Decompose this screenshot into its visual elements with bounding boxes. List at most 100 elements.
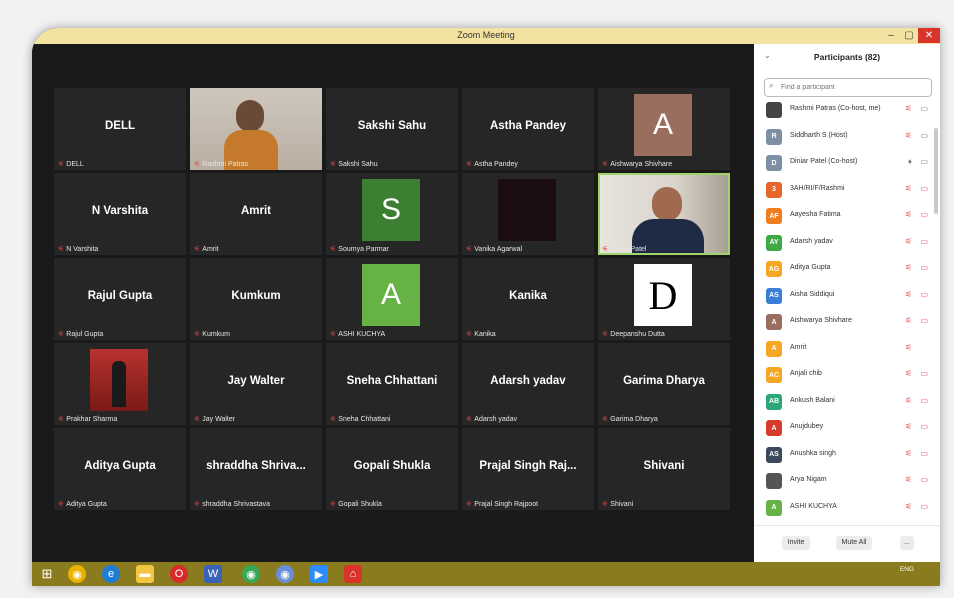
video-off-icon[interactable]: ▭ [920, 237, 928, 246]
close-button[interactable]: ✕ [918, 28, 940, 43]
video-tile[interactable]: ⚟ Vanika Agarwal [462, 173, 594, 255]
tile-name-text: Vanika Agarwal [474, 246, 523, 253]
video-off-icon[interactable]: ▭ [920, 210, 928, 219]
video-tile[interactable]: Sakshi Sahu ⚟ Sakshi Sahu [326, 88, 458, 170]
video-tile[interactable]: A ⚟ ASHI KUCHYA [326, 258, 458, 340]
file-explorer-icon[interactable]: ▬ [136, 565, 154, 583]
video-tile[interactable]: ⚟ Prakhar Sharma [54, 343, 186, 425]
edge-icon[interactable]: e [102, 565, 120, 583]
mute-all-button[interactable]: Mute All [836, 536, 872, 550]
video-tile[interactable]: Rajul Gupta ⚟ Rajul Gupta [54, 258, 186, 340]
participant-row[interactable]: AF Aayesha Fatima ⚟ ▭ [754, 205, 940, 227]
mic-icon[interactable]: ♦ [908, 157, 912, 166]
muted-mic-icon[interactable]: ⚟ [905, 237, 912, 246]
participant-name: Aayesha Fatima [790, 211, 841, 218]
video-off-icon[interactable]: ▭ [920, 263, 928, 272]
participant-search[interactable]: ⌕ [764, 78, 932, 97]
video-off-icon[interactable]: ▭ [920, 475, 928, 484]
invite-button[interactable]: Invite [782, 536, 810, 550]
video-tile[interactable]: Aditya Gupta ⚟ Aditya Gupta [54, 428, 186, 510]
video-off-icon[interactable]: ▭ [920, 184, 928, 193]
video-off-icon[interactable]: ▭ [920, 157, 928, 166]
video-tile[interactable]: Adarsh yadav ⚟ Adarsh yadav [462, 343, 594, 425]
participant-row[interactable]: Rashmi Patras (Co-host, me) ⚟ ▭ [754, 99, 940, 121]
muted-mic-icon[interactable]: ⚟ [905, 449, 912, 458]
language-indicator[interactable]: ENG [900, 566, 914, 573]
video-tile[interactable]: Amrit ⚟ Amrit [190, 173, 322, 255]
video-tile[interactable]: Jay Walter ⚟ Jay Walter [190, 343, 322, 425]
muted-mic-icon[interactable]: ⚟ [905, 290, 912, 299]
muted-mic-icon[interactable]: ⚟ [905, 184, 912, 193]
video-tile[interactable]: DELL ⚟ DELL [54, 88, 186, 170]
video-tile[interactable]: Gopali Shukla ⚟ Gopali Shukla [326, 428, 458, 510]
video-tile[interactable]: Sneha Chhattani ⚟ Sneha Chhattani [326, 343, 458, 425]
participant-name: Siddharth S (Host) [790, 131, 848, 139]
video-off-icon[interactable]: ▭ [920, 104, 928, 113]
search-input[interactable] [779, 80, 931, 95]
video-tile[interactable]: ⚟ Diniar Patel [598, 173, 730, 255]
video-off-icon[interactable]: ▭ [920, 131, 928, 140]
zoom-app-icon[interactable]: ▶ [310, 565, 328, 583]
video-tile[interactable]: N Varshita ⚟ N Varshita [54, 173, 186, 255]
more-button[interactable]: ... [900, 536, 914, 550]
video-off-icon[interactable]: ▭ [920, 422, 928, 431]
muted-mic-icon[interactable]: ⚟ [905, 263, 912, 272]
participant-row[interactable]: AS Aisha Siddiqui ⚟ ▭ [754, 285, 940, 307]
pdf-reader-icon[interactable]: ⌂ [344, 565, 362, 583]
windows-start-icon[interactable]: ⊞ [38, 565, 56, 583]
video-tile[interactable]: S ⚟ Soumya Parmar [326, 173, 458, 255]
video-tile[interactable]: D ⚟ Deepanshu Dutta [598, 258, 730, 340]
video-off-icon[interactable]: ▭ [920, 369, 928, 378]
video-tile[interactable]: Kanika ⚟ Kanika [462, 258, 594, 340]
participant-row[interactable]: A ASHI KUCHYA ⚟ ▭ [754, 497, 940, 519]
tile-name-label: ⚟ Soumya Parmar [330, 245, 389, 253]
video-tile[interactable]: Shivani ⚟ Shivani [598, 428, 730, 510]
participant-row[interactable]: R Siddharth S (Host) ⚟ ▭ [754, 126, 940, 148]
participant-row[interactable]: A Anujdubey ⚟ ▭ [754, 417, 940, 439]
muted-mic-icon[interactable]: ⚟ [905, 396, 912, 405]
chrome-profile-2-icon[interactable]: ◉ [276, 565, 294, 583]
video-off-icon[interactable]: ▭ [920, 502, 928, 511]
participant-row[interactable]: AC Anjali chib ⚟ ▭ [754, 364, 940, 386]
gallery-view: DELL ⚟ DELL ⚟ Rashmi Patras Sakshi Sahu ⚟ Saksh… [32, 44, 754, 562]
participant-row[interactable]: AG Aditya Gupta ⚟ ▭ [754, 258, 940, 280]
muted-mic-icon[interactable]: ⚟ [905, 502, 912, 511]
participant-row[interactable]: D Diniar Patel (Co-host) ♦ ▭ [754, 152, 940, 174]
muted-mic-icon[interactable]: ⚟ [905, 422, 912, 431]
muted-mic-icon[interactable]: ⚟ [905, 343, 912, 352]
muted-mic-icon[interactable]: ⚟ [905, 369, 912, 378]
participant-row[interactable]: AS Anushka singh ⚟ ▭ [754, 444, 940, 466]
participant-row[interactable]: Arya Nigam ⚟ ▭ [754, 470, 940, 492]
video-off-icon[interactable]: ▭ [920, 316, 928, 325]
participant-row[interactable]: 3 3AH/RI/F/Rashmi ⚟ ▭ [754, 179, 940, 201]
word-icon[interactable]: W [204, 565, 222, 583]
muted-mic-icon[interactable]: ⚟ [905, 316, 912, 325]
video-tile[interactable]: ⚟ Rashmi Patras [190, 88, 322, 170]
tile-name-text: shraddha Shrivastava [202, 501, 270, 508]
video-tile[interactable]: Kumkum ⚟ Kumkum [190, 258, 322, 340]
video-tile[interactable]: shraddha Shriva... ⚟ shraddha Shrivastava [190, 428, 322, 510]
video-tile[interactable]: Astha Pandey ⚟ Astha Pandey [462, 88, 594, 170]
video-tile[interactable]: A ⚟ Aishwarya Shivhare [598, 88, 730, 170]
muted-mic-icon[interactable]: ⚟ [905, 475, 912, 484]
participant-row[interactable]: AB Ankush Balani ⚟ ▭ [754, 391, 940, 413]
maximize-button[interactable]: ▢ [900, 28, 918, 43]
video-off-icon[interactable]: ▭ [920, 290, 928, 299]
video-off-icon[interactable]: ▭ [920, 449, 928, 458]
tile-display-name: Aditya Gupta [84, 460, 156, 472]
opera-icon[interactable]: O [170, 565, 188, 583]
muted-mic-icon[interactable]: ⚟ [905, 104, 912, 113]
tile-display-name: Amrit [240, 205, 272, 217]
scrollbar[interactable] [934, 128, 938, 214]
participant-row[interactable]: A Aishwarya Shivhare ⚟ ▭ [754, 311, 940, 333]
minimize-button[interactable]: – [882, 28, 900, 43]
video-tile[interactable]: Prajal Singh Raj... ⚟ Prajal Singh Rajpoot [462, 428, 594, 510]
participant-row[interactable]: A Amrit ⚟ [754, 338, 940, 360]
participant-row[interactable]: AY Adarsh yadav ⚟ ▭ [754, 232, 940, 254]
chrome-profile-icon[interactable]: ◉ [242, 565, 260, 583]
video-tile[interactable]: Garima Dharya ⚟ Garima Dharya [598, 343, 730, 425]
video-off-icon[interactable]: ▭ [920, 396, 928, 405]
muted-mic-icon[interactable]: ⚟ [905, 131, 912, 140]
chrome-icon[interactable]: ◉ [68, 565, 86, 583]
muted-mic-icon[interactable]: ⚟ [905, 210, 912, 219]
